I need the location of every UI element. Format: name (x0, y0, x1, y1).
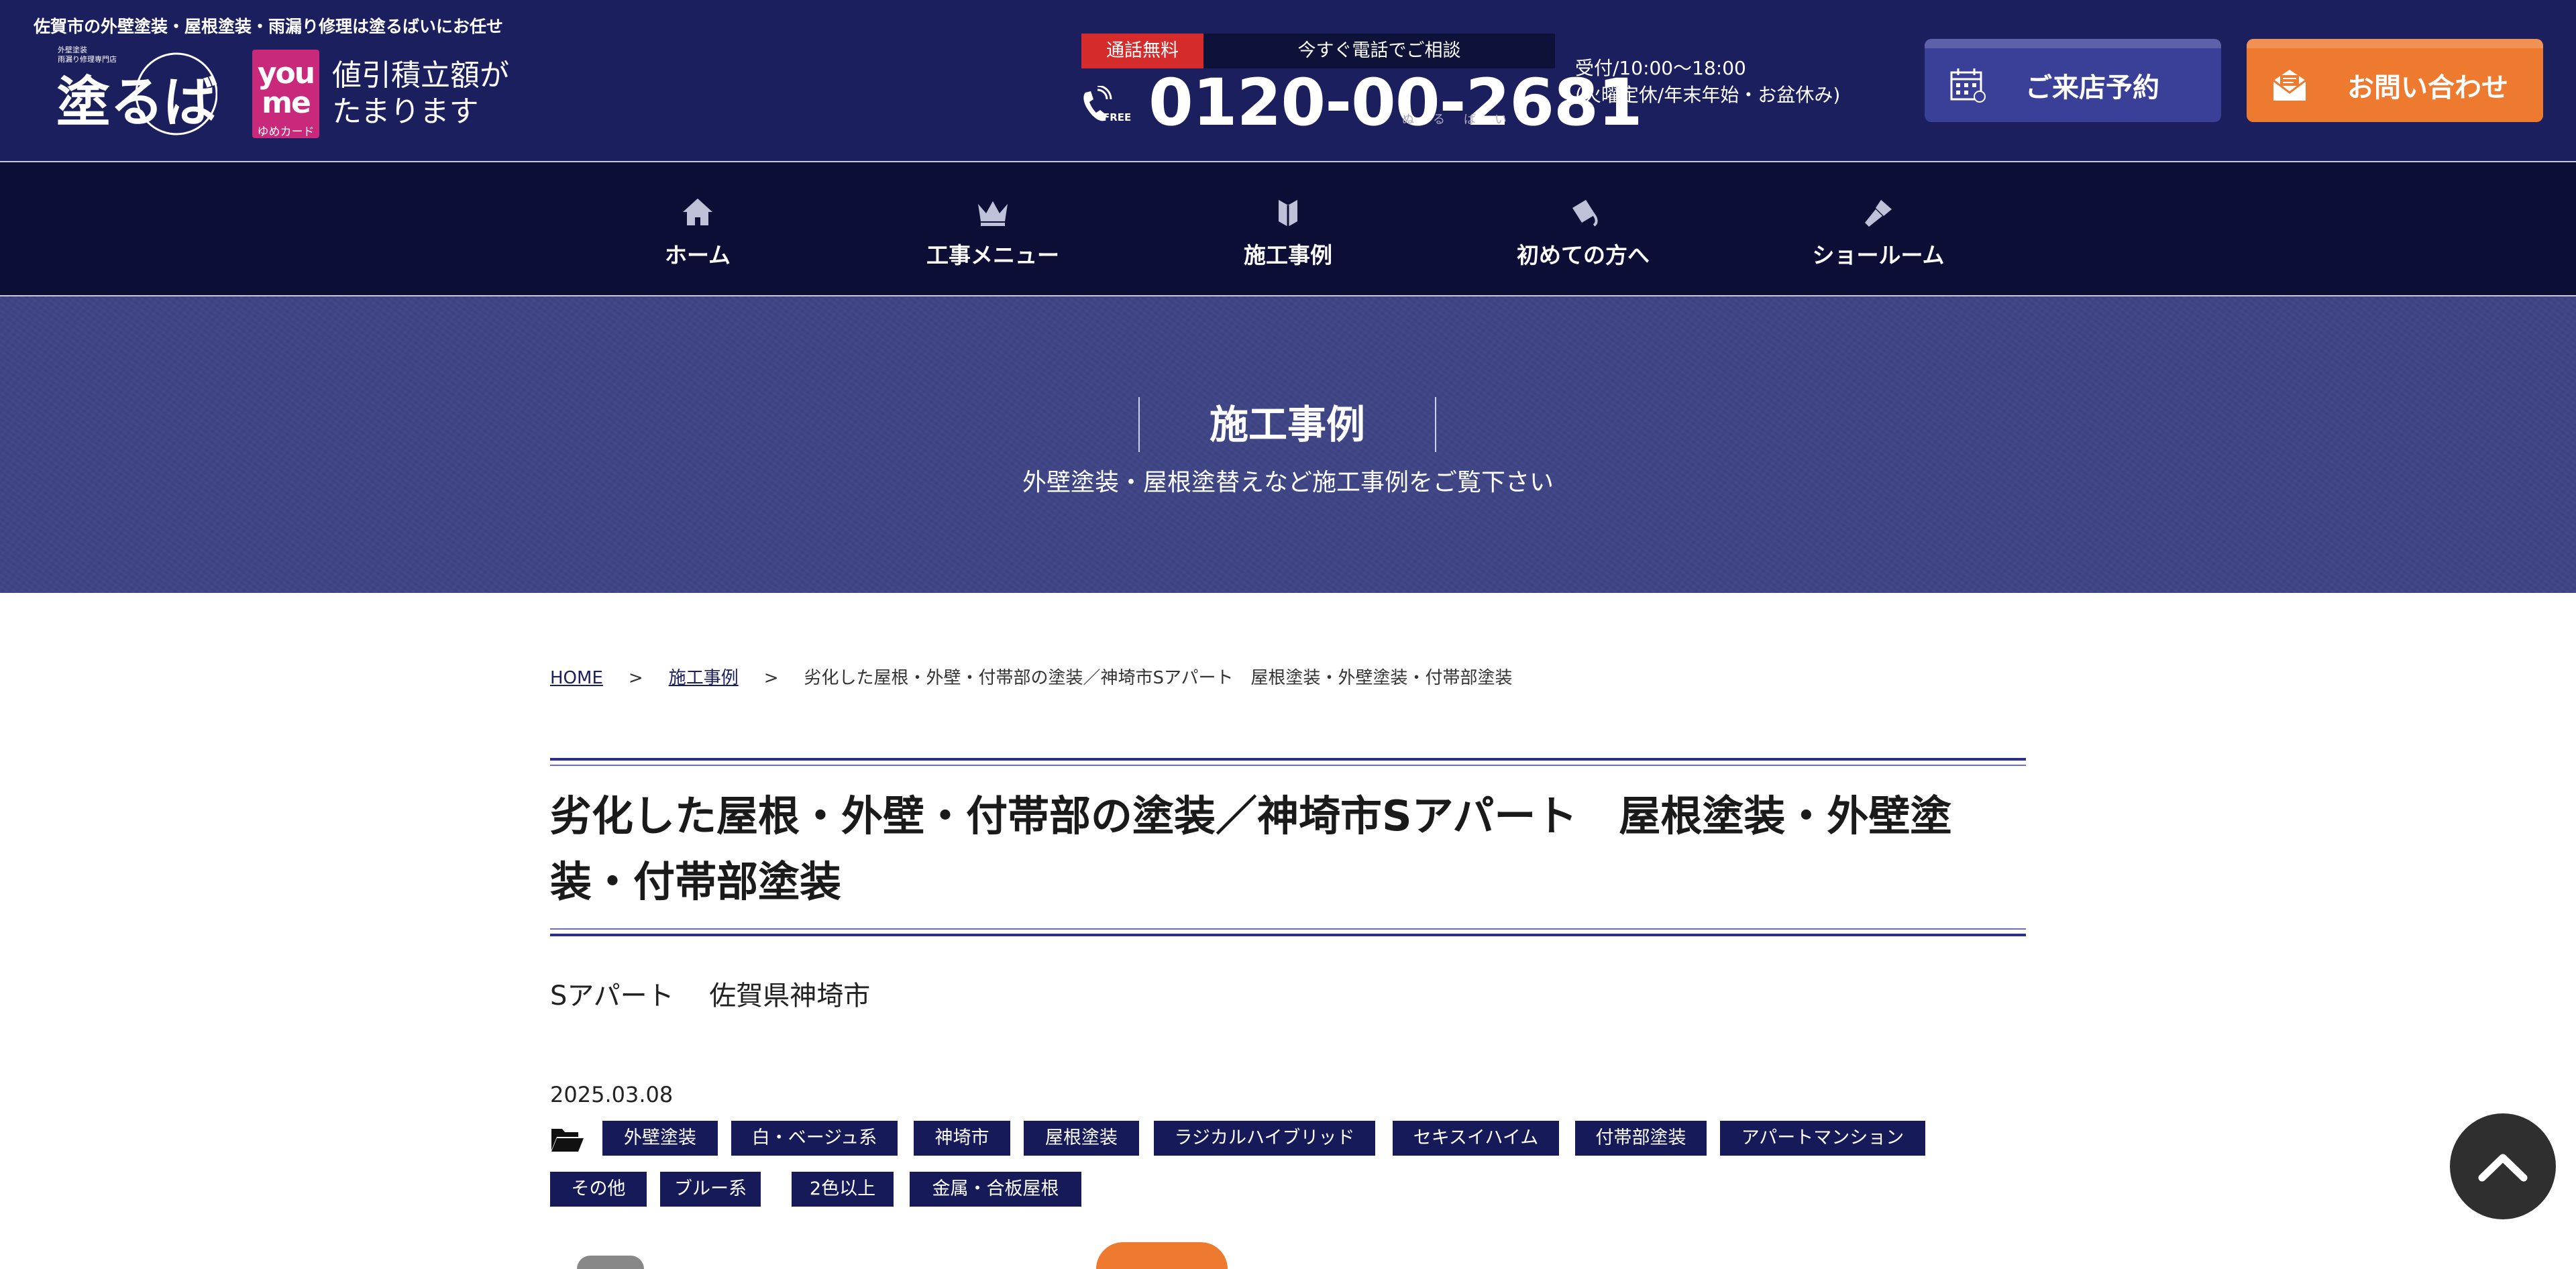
header-tagline: 佐賀市の外壁塗装・屋根塗装・雨漏り修理は塗るばいにお任せ (34, 17, 504, 36)
nav-label-beginners: 初めての方へ (1517, 242, 1650, 268)
nav-item-menu[interactable]: 工事メニュー (892, 162, 1093, 295)
nav-item-home[interactable]: ホーム (597, 162, 798, 295)
title-rule-top (550, 758, 2026, 761)
youme-card-logo: you me ゆめカード (252, 50, 319, 139)
youme-promo-text: 値引積立額が たまります (332, 58, 509, 129)
logo-graphic: 外壁塗装 雨漏り修理専門店 塗るばい (56, 45, 271, 135)
mail-icon (2273, 70, 2306, 101)
business-hours: 受付/10:00〜18:00 (火曜定休/年末年始・お盆休み) (1575, 57, 1841, 106)
page-hero: 施工事例 外壁塗装・屋根塗替えなど施工事例をご覧下さい (0, 296, 2576, 593)
tag-item[interactable]: 屋根塗装 (1024, 1121, 1139, 1156)
nav-item-beginners[interactable]: 初めての方へ (1483, 162, 1684, 295)
breadcrumb-works-link[interactable]: 施工事例 (669, 668, 739, 688)
tag-item[interactable]: 金属・合板屋根 (910, 1172, 1081, 1207)
tag-item[interactable]: 神埼市 (914, 1121, 1010, 1156)
free-call-badge: 通話無料 (1081, 34, 1203, 68)
title-rule-top-thin (550, 765, 2026, 766)
breadcrumb-current: 劣化した屋根・外壁・付帯部の塗装／神埼市Sアパート 屋根塗装・外壁塗装・付帯部塗… (804, 668, 1513, 688)
paint-bucket-icon (1572, 200, 1598, 227)
site-logo[interactable]: 外壁塗装 雨漏り修理専門店 塗るばい (52, 42, 271, 142)
breadcrumb-home-link[interactable]: HOME (550, 668, 603, 688)
contact-button-label: お問い合わせ (2347, 72, 2508, 103)
nav-item-showroom[interactable]: ショールーム (1778, 162, 1979, 295)
tag-item[interactable]: 外壁塗装 (602, 1121, 718, 1156)
tag-item[interactable]: その他 (550, 1172, 647, 1207)
home-icon (683, 199, 712, 225)
visit-reservation-button[interactable]: ご来店予約 (1925, 39, 2221, 122)
youme-brand: you me (257, 56, 315, 120)
tag-item[interactable]: 白・ベージュ系 (731, 1121, 898, 1156)
contact-button[interactable]: お問い合わせ (2247, 39, 2543, 122)
breadcrumb-separator: > (628, 668, 643, 688)
svg-text:雨漏り修理専門店: 雨漏り修理専門店 (58, 54, 117, 64)
title-rule-bottom (550, 934, 2026, 936)
paint-brush-icon (1865, 200, 1892, 227)
svg-text:FREE: FREE (1103, 111, 1131, 123)
chevron-up-icon (2478, 1154, 2528, 1182)
visit-button-label: ご来店予約 (2025, 72, 2159, 103)
nav-item-works[interactable]: 施工事例 (1187, 162, 1389, 295)
phone-kana: ぬるばい (1402, 113, 1525, 127)
nav-label-menu: 工事メニュー (926, 242, 1059, 268)
breadcrumb-separator: > (763, 668, 779, 688)
calendar-icon (1950, 68, 1986, 103)
scroll-to-top-button[interactable] (2450, 1113, 2556, 1219)
hero-subtitle: 外壁塗装・屋根塗替えなど施工事例をご覧下さい (1022, 469, 1554, 496)
tag-item[interactable]: 2色以上 (792, 1172, 894, 1207)
phone-consult-label: 今すぐ電話でご相談 (1203, 34, 1555, 68)
folder-open-icon (551, 1129, 584, 1152)
free-phone-icon: FREE (1080, 85, 1131, 125)
phone-number[interactable]: 0120-00-2681 (1148, 66, 1643, 140)
tag-item[interactable]: ブルー系 (660, 1172, 761, 1207)
book-icon (1279, 200, 1297, 227)
breadcrumb: HOME > 施工事例 > 劣化した屋根・外壁・付帯部の塗装／神埼市Sアパート 屋根塗装… (550, 664, 1513, 689)
title-rule-bottom-thin (550, 928, 2026, 930)
tag-item[interactable]: セキスイハイム (1393, 1121, 1559, 1156)
tag-item[interactable]: ラジカルハイブリッド (1154, 1121, 1375, 1156)
tag-item[interactable]: 付帯部塗装 (1575, 1121, 1707, 1156)
hero-title: 施工事例 (1138, 397, 1436, 452)
site-header: 佐賀市の外壁塗装・屋根塗装・雨漏り修理は塗るばいにお任せ 外壁塗装 雨漏り修理専… (0, 0, 2576, 161)
article-title: 劣化した屋根・外壁・付帯部の塗装／神埼市Sアパート 屋根塗装・外壁塗装・付帯部塗… (550, 791, 1952, 906)
youme-card-label: ゆめカード (257, 125, 315, 139)
article-subline: Sアパート 佐賀県神埼市 (550, 981, 871, 1011)
svg-text:外壁塗装: 外壁塗装 (58, 45, 87, 54)
crown-icon (978, 201, 1008, 226)
svg-text:塗るばい: 塗るばい (56, 70, 217, 133)
article-date: 2025.03.08 (550, 1082, 674, 1107)
nav-label-home: ホーム (664, 242, 731, 268)
tag-item[interactable]: アパートマンション (1720, 1121, 1925, 1156)
main-navigation: ホーム 工事メニュー 施工事例 初めての方へ ショールーム (0, 161, 2576, 296)
case-image-partial (577, 1256, 644, 1269)
nav-label-works: 施工事例 (1244, 242, 1332, 268)
nav-label-showroom: ショールーム (1812, 242, 1945, 268)
case-image-partial (1096, 1242, 1228, 1269)
